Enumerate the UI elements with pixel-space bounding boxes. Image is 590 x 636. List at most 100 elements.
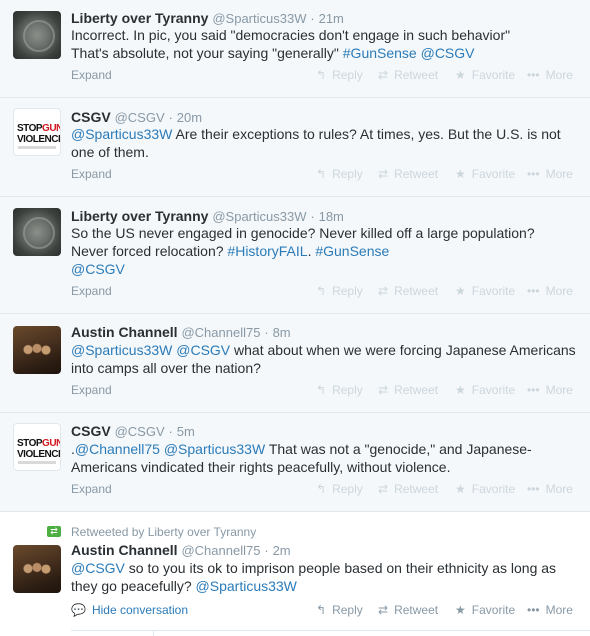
retweet-button[interactable]: ⇄ Retweet [378,383,438,397]
more-label: More [545,167,573,181]
star-icon: ★ [455,284,466,298]
retweet-button[interactable]: ⇄ Retweet [378,284,438,298]
timestamp[interactable]: 18m [319,209,344,224]
mention-link[interactable]: @Sparticus33W [196,578,297,594]
tweet[interactable]: Liberty over Tyranny @Sparticus33W · 18m… [0,197,590,314]
tweet-text-line: one of them. [71,144,149,160]
reply-button[interactable]: ↰ Reply [316,284,363,298]
retweet-button[interactable]: ⇄ Retweet [378,167,438,181]
retweet-label: Retweet [394,167,439,181]
user-handle[interactable]: @CSGV [115,424,165,439]
mention-link[interactable]: @Channell75 [75,441,160,457]
tweet-expanded[interactable]: ⇄ Retweeted by Liberty over Tyranny Aust… [0,512,590,636]
tweet[interactable]: Liberty over Tyranny @Sparticus33W · 21m… [0,0,590,98]
hashtag-link[interactable]: #GunSense [315,243,389,259]
user-handle[interactable]: @Sparticus33W [212,11,306,26]
reply-button[interactable]: ↰ Reply [316,482,363,496]
avatar[interactable]: STOPGUN VIOLENCE [13,423,61,471]
reply-button[interactable]: ↰ Reply [316,383,363,397]
expand-link[interactable]: Expand [71,284,112,298]
avatar[interactable]: STOPGUN VIOLENCE [13,108,61,156]
timestamp[interactable]: 8m [273,325,291,340]
reply-label: Reply [332,603,363,617]
mention-link[interactable]: @Sparticus33W [71,126,172,142]
more-button[interactable]: ••• More [527,167,573,181]
favorite-button[interactable]: ★ Favorite [455,68,515,82]
hide-conversation-label: Hide conversation [91,603,189,617]
user-handle[interactable]: @Channell75 [181,543,260,558]
logo-graphic [18,461,56,464]
more-icon: ••• [527,167,540,181]
reply-button[interactable]: ↰ Reply [316,167,363,181]
reply-icon: ↰ [316,603,327,617]
tweet[interactable]: Austin Channell @Channell75 · 8m @Sparti… [0,314,590,413]
retweeted-by[interactable]: Retweeted by Liberty over Tyranny [71,525,256,539]
expand-link[interactable]: Expand [71,68,112,82]
user-name[interactable]: Liberty over Tyranny [71,208,208,224]
user-name[interactable]: Liberty over Tyranny [71,10,208,26]
hide-conversation-link[interactable]: 💬 Hide conversation [71,603,188,617]
mention-link[interactable]: @CSGV [421,45,475,61]
user-handle[interactable]: @CSGV [115,110,165,125]
user-name[interactable]: Austin Channell [71,542,178,558]
star-icon: ★ [455,482,466,496]
favorite-button[interactable]: ★ Favorite [455,482,515,496]
more-button[interactable]: ••• More [527,603,573,617]
user-name[interactable]: CSGV [71,109,111,125]
more-button[interactable]: ••• More [527,68,573,82]
more-icon: ••• [527,284,540,298]
mention-link[interactable]: @CSGV [71,560,125,576]
tweet-text-line: @Sparticus33W @CSGV what about when we w… [71,341,581,359]
tweet-text-line: That's absolute, not your saying "genera… [71,44,581,62]
favorite-label: Favorite [471,68,516,82]
more-button[interactable]: ••• More [527,482,573,496]
avatar[interactable] [13,208,61,256]
more-button[interactable]: ••• More [527,284,573,298]
mention-link[interactable]: @Sparticus33W [164,441,265,457]
retweet-button[interactable]: ⇄ Retweet [378,482,438,496]
tweet-text-line: @CSGV [71,260,581,278]
reply-button[interactable]: ↰ Reply [316,603,363,617]
user-handle[interactable]: @Sparticus33W [212,209,306,224]
hashtag-link[interactable]: #HistoryFAIL [227,243,307,259]
mention-link[interactable]: @Sparticus33W [71,342,172,358]
more-button[interactable]: ••• More [527,383,573,397]
separator: · [310,209,315,224]
reply-button[interactable]: ↰ Reply [316,68,363,82]
avatar[interactable] [13,11,61,59]
expand-link[interactable]: Expand [71,383,112,397]
hashtag-link[interactable]: #GunSense [343,45,417,61]
favorite-button[interactable]: ★ Favorite [455,284,515,298]
retweet-button[interactable]: ⇄ Retweet [378,603,438,617]
tweet-text-line: Incorrect. In pic, you said "democracies… [71,27,511,43]
timestamp[interactable]: 2m [273,543,291,558]
mention-link[interactable]: @CSGV [176,342,230,358]
favorite-button[interactable]: ★ Favorite [455,167,515,181]
user-handle[interactable]: @Channell75 [181,325,260,340]
retweet-button[interactable]: ⇄ Retweet [378,68,438,82]
tweet-text: @Sparticus33W Are their exceptions to ru… [71,125,581,161]
timestamp[interactable]: 21m [319,11,344,26]
timestamp[interactable]: 20m [177,110,202,125]
favorite-label: Favorite [471,284,516,298]
logo-graphic: VIOLENCE [17,134,61,145]
mention-link[interactable]: @CSGV [71,261,125,277]
avatar[interactable] [13,326,61,374]
tweet[interactable]: STOPGUN VIOLENCE CSGV @CSGV · 20m @Spart… [0,98,590,197]
reply-box-divider [153,630,154,636]
timestamp[interactable]: 5m [177,424,195,439]
avatar[interactable] [13,545,61,593]
expand-link[interactable]: Expand [71,167,112,181]
user-name[interactable]: CSGV [71,423,111,439]
text-segment: they go peacefully? [71,578,196,594]
reply-icon: ↰ [316,167,327,181]
favorite-button[interactable]: ★ Favorite [455,383,515,397]
tweet[interactable]: STOPGUN VIOLENCE CSGV @CSGV · 5m .@Chann… [0,413,590,512]
star-icon: ★ [455,167,466,181]
user-name[interactable]: Austin Channell [71,324,178,340]
text-segment: That was not a "genocide," and Japanese- [265,441,532,457]
text-segment: what about when we were forcing Japanese… [230,342,576,358]
tweet-text: @Sparticus33W @CSGV what about when we w… [71,341,581,377]
expand-link[interactable]: Expand [71,482,112,496]
favorite-button[interactable]: ★ Favorite [455,603,515,617]
